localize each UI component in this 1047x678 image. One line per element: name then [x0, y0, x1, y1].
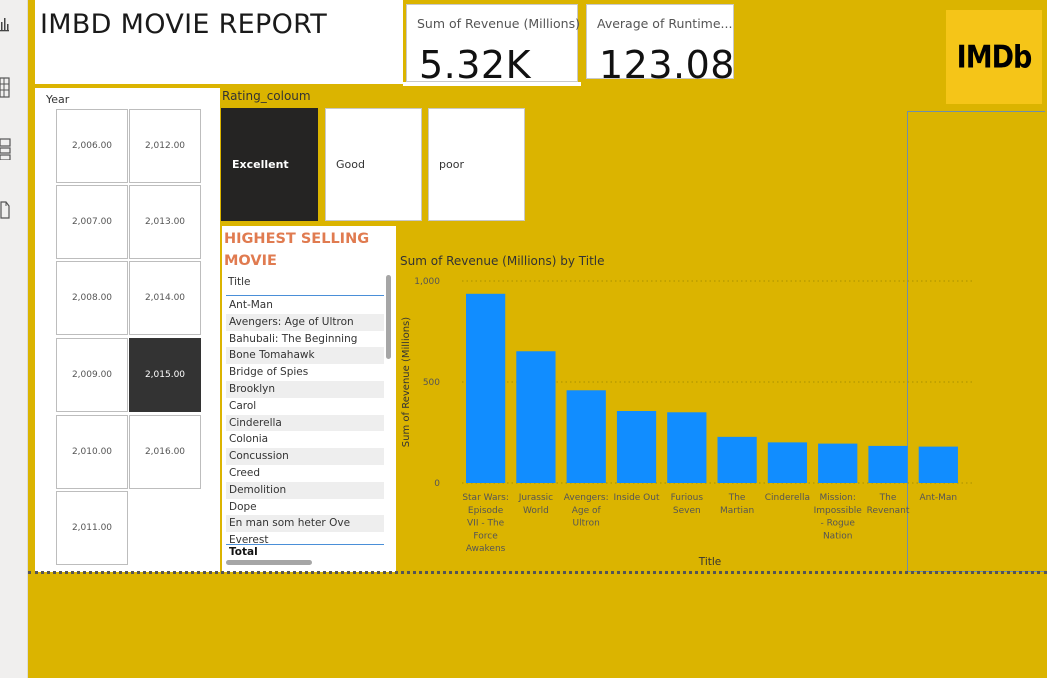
revenue-kpi-value: 5.32K — [419, 43, 532, 87]
x-tick-label: Impossible — [814, 506, 863, 516]
x-tick-label: - Rogue — [821, 519, 856, 529]
page-boundary-line — [28, 571, 1047, 574]
table-row[interactable]: Bridge of Spies — [226, 364, 384, 381]
movie-table: HIGHEST SELLING MOVIE Title Ant-Man Aven… — [222, 226, 396, 572]
model-view-icon[interactable] — [0, 138, 14, 160]
x-tick-label: Seven — [673, 506, 701, 516]
x-tick-label: Force — [473, 531, 498, 541]
y-tick-label: 0 — [434, 479, 440, 489]
x-tick-label: Nation — [823, 531, 853, 541]
x-tick-label: Star Wars: — [462, 493, 509, 503]
table-row[interactable]: Carol — [226, 398, 384, 415]
x-tick-label: Inside Out — [614, 493, 660, 503]
x-tick-label: Episode — [468, 506, 504, 516]
runtime-kpi-card[interactable]: Average of Runtime... 123.08 — [586, 4, 734, 87]
movie-table-rows: Ant-Man Avengers: Age of Ultron Bahubali… — [226, 297, 384, 549]
y-tick-label: 1,000 — [414, 277, 440, 287]
rating-option-excellent[interactable]: Excellent — [221, 108, 318, 221]
x-axis-label: Title — [698, 556, 722, 568]
x-tick-label: World — [523, 506, 549, 516]
imdb-logo-text: IMDb — [956, 39, 1033, 75]
x-tick-label: Ultron — [573, 519, 600, 529]
bar[interactable] — [566, 390, 606, 483]
year-tile[interactable]: 2,007.00 — [56, 185, 128, 259]
table-row[interactable]: En man som heter Ove — [226, 515, 384, 533]
x-tick-label: Mission: — [820, 493, 856, 503]
table-row[interactable]: Ant-Man — [226, 297, 384, 314]
revenue-by-title-chart[interactable]: 0 500 1,000 Star Wars: Episode VII - The Force… — [396, 268, 986, 572]
x-tick-label: Ant-Man — [920, 493, 958, 503]
table-row[interactable]: Avengers: Age of Ultron — [226, 313, 384, 331]
bar[interactable] — [667, 412, 707, 483]
report-title: IMBD MOVIE REPORT — [40, 9, 328, 40]
bar[interactable] — [868, 445, 908, 483]
x-tick-label: Avengers: — [564, 493, 609, 503]
horizontal-scrollbar[interactable] — [226, 560, 312, 565]
x-tick-label: Awakens — [466, 544, 506, 554]
year-tile[interactable]: 2,008.00 — [56, 261, 128, 335]
header-rule — [226, 295, 384, 296]
x-tick-label: Age of — [572, 506, 602, 516]
vertical-scrollbar[interactable] — [386, 275, 391, 359]
table-row[interactable]: Colonia — [226, 431, 384, 448]
table-row[interactable]: Dope — [226, 499, 384, 516]
year-tile[interactable]: 2,016.00 — [129, 415, 201, 489]
x-tick-label: The — [879, 493, 897, 503]
bar[interactable] — [616, 410, 657, 483]
year-tile[interactable]: 2,012.00 — [129, 109, 201, 183]
kpi-divider — [403, 82, 581, 86]
total-rule — [226, 544, 384, 545]
y-axis-label: Sum of Revenue (Millions) — [401, 317, 412, 447]
x-tick-label: VII - The — [467, 519, 505, 529]
report-view-icon[interactable] — [0, 14, 14, 36]
x-tick-label: Cinderella — [765, 493, 810, 503]
year-tile[interactable]: 2,010.00 — [56, 415, 128, 489]
x-tick-label: Furious — [671, 493, 704, 503]
bar[interactable] — [767, 442, 808, 483]
year-tile[interactable]: 2,013.00 — [129, 185, 201, 259]
movie-table-heading: HIGHEST SELLING MOVIE — [224, 231, 370, 269]
table-row[interactable]: Cinderella — [226, 414, 384, 432]
dax-query-icon[interactable] — [0, 198, 14, 220]
rating-option-poor[interactable]: poor — [428, 108, 525, 221]
table-view-icon[interactable] — [0, 77, 14, 99]
table-row[interactable]: Bone Tomahawk — [226, 347, 384, 365]
runtime-kpi-value: 123.08 — [599, 43, 735, 87]
revenue-kpi-label: Sum of Revenue (Millions) — [417, 16, 580, 31]
table-row[interactable]: Creed — [226, 465, 384, 482]
view-rail — [0, 0, 28, 678]
x-tick-label: The — [728, 493, 746, 503]
bar[interactable] — [818, 443, 858, 483]
rating-slicer-header: Rating_coloum — [222, 89, 311, 103]
bar[interactable] — [516, 351, 556, 483]
chart-title: Sum of Revenue (Millions) by Title — [400, 254, 605, 268]
year-slicer-header: Year — [46, 93, 70, 106]
x-tick-label: Martian — [720, 506, 754, 516]
runtime-kpi-label: Average of Runtime... — [597, 16, 733, 31]
title-panel: IMBD MOVIE REPORT — [35, 0, 403, 84]
year-tile-selected[interactable]: 2,015.00 — [129, 338, 201, 412]
table-row[interactable]: Brooklyn — [226, 380, 384, 398]
bar[interactable] — [466, 293, 506, 483]
year-tile[interactable]: 2,009.00 — [56, 338, 128, 412]
y-tick-label: 500 — [423, 378, 440, 388]
table-row[interactable]: Demolition — [226, 481, 384, 499]
rating-option-good[interactable]: Good — [325, 108, 422, 221]
revenue-kpi-card[interactable]: Sum of Revenue (Millions) 5.32K — [406, 4, 580, 87]
table-row[interactable]: Concussion — [226, 448, 384, 465]
table-row[interactable]: Bahubali: The Beginning — [226, 331, 384, 348]
total-row: Total — [229, 546, 258, 558]
year-tile[interactable]: 2,006.00 — [56, 109, 128, 183]
year-slicer: Year 2,006.00 2,012.00 2,007.00 2,013.00… — [35, 88, 220, 572]
imdb-logo: IMDb — [946, 10, 1042, 104]
bar[interactable] — [717, 436, 757, 483]
bar[interactable] — [918, 446, 958, 483]
x-tick-label: Revenant — [867, 506, 910, 516]
x-tick-label: Jurassic — [518, 493, 553, 503]
title-column-header[interactable]: Title — [228, 276, 251, 288]
year-tile[interactable]: 2,014.00 — [129, 261, 201, 335]
year-tile[interactable]: 2,011.00 — [56, 491, 128, 565]
